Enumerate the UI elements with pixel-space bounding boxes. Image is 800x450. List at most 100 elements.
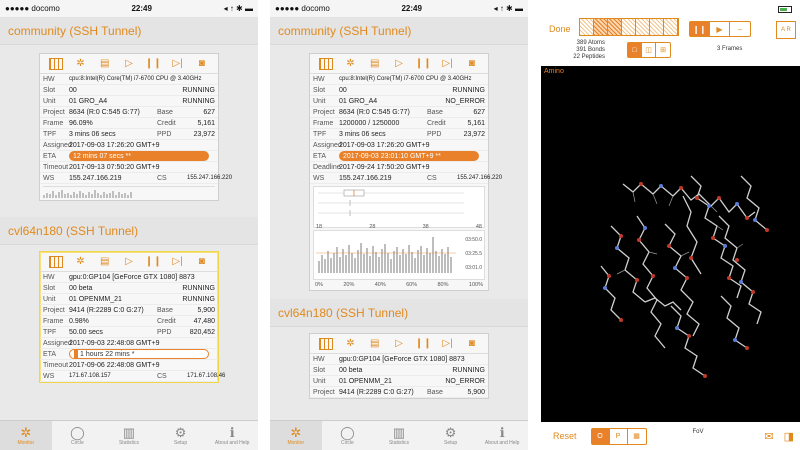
atoms-count: 389 Atoms [576, 40, 605, 46]
reset-button[interactable]: Reset [553, 431, 577, 441]
finish-icon[interactable]: ▷| [440, 57, 456, 71]
play-icon[interactable]: ▷ [121, 57, 137, 71]
log-icon[interactable]: ▤ [97, 57, 113, 71]
slot-card-community-expanded[interactable]: ✲ ▤ ▷ ❙❙ ▷| ◙ HW cpu:8:Intel(R) Core(TM) … [309, 53, 503, 291]
camera-icon[interactable]: ◙ [464, 337, 480, 351]
tab-monitor[interactable]: ✲ Monitor [270, 421, 322, 450]
fov-grid-icon[interactable]: ▦ [628, 429, 646, 444]
mail-icon[interactable]: ✉ [764, 430, 773, 443]
pause-icon[interactable]: ❙❙ [415, 57, 432, 71]
tab-about[interactable]: ℹ About and Help [206, 421, 258, 450]
done-button[interactable]: Done [549, 24, 571, 34]
molecule-icon[interactable]: ✲ [342, 57, 358, 71]
slot-card-cvl64n180[interactable]: ✲ ▤ ▷ ❙❙ ▷| ◙ HW gpu:0:GP104 [GeForce GTX… [309, 333, 489, 399]
frame-thumb[interactable] [580, 19, 594, 35]
pause-button[interactable]: ❙❙ [690, 22, 710, 36]
play-icon[interactable]: ▷ [391, 337, 407, 351]
play-icon[interactable]: ▷ [121, 255, 137, 269]
video-camera-icon[interactable]: ◨ [784, 430, 794, 443]
molecule-icon[interactable]: ✲ [72, 255, 88, 269]
frame-thumb-selected[interactable] [594, 19, 608, 35]
card-toolbar: ✲ ▤ ▷ ❙❙ ▷| ◙ [40, 252, 218, 272]
row-ws: WS 171.67.108.157 CS 171.67.108.46 [40, 371, 225, 382]
label: Assigned [43, 141, 72, 149]
tab-circle[interactable]: ◯ Circle [52, 421, 104, 450]
play-button[interactable]: ▶ [710, 22, 730, 36]
pause-icon[interactable]: ❙❙ [145, 255, 162, 269]
histogram: 03:50.0 03:25.5 03:01.0 [313, 230, 485, 280]
finish-icon[interactable]: ▷| [170, 57, 186, 71]
log-icon[interactable]: ▤ [97, 255, 113, 269]
row-hw: HW cpu:8:Intel(R) Core(TM) i7-6700 CPU @ … [40, 74, 218, 85]
slot-card-community[interactable]: ✲ ▤ ▷ ❙❙ ▷| ◙ HW cpu:8:Intel(R) Core(TM) … [39, 53, 232, 201]
camera-icon[interactable]: ◙ [194, 57, 210, 71]
orthographic-button[interactable]: O [591, 428, 610, 444]
section-header-cvl64n180[interactable]: cvl64n180 (SSH Tunnel) [270, 299, 528, 327]
label: Assigned [43, 339, 72, 347]
finish-icon[interactable]: ▷| [440, 337, 456, 351]
tab-circle[interactable]: ◯ Circle [322, 421, 374, 450]
eta-progress[interactable]: 1 hours 22 mins * [69, 349, 209, 359]
frame-thumb[interactable] [636, 19, 650, 35]
slot-card-cvl64n180[interactable]: ✲ ▤ ▷ ❙❙ ▷| ◙ HW gpu:0:GP104 [GeForce GTX… [39, 251, 225, 383]
grid-icon[interactable] [48, 57, 64, 71]
eta-progress[interactable]: 2017-09-03 23:01:10 GMT+9 ** [339, 151, 479, 161]
tab-setup[interactable]: ⚙ Setup [425, 421, 477, 450]
section-header-cvl64n180[interactable]: cvl64n180 (SSH Tunnel) [0, 217, 258, 245]
log-icon[interactable]: ▤ [367, 337, 383, 351]
view-grid-icon[interactable]: ⊞ [656, 43, 670, 57]
section-header-community[interactable]: community (SSH Tunnel) [0, 17, 258, 45]
tab-label: Setup [444, 439, 458, 446]
label: TPF [313, 130, 327, 138]
grid-icon[interactable] [318, 337, 334, 351]
tick: 03:25.5 [465, 251, 482, 257]
play-icon[interactable]: ▷ [391, 57, 407, 71]
frame-thumb-selected[interactable] [608, 19, 622, 35]
perspective-button[interactable]: P [610, 428, 628, 444]
molecule-stats: 389 Atoms 391 Bonds 22 Peptides [563, 40, 605, 61]
ar-button[interactable]: A R [776, 21, 796, 39]
status-bar: ●●●●● docomo 22:49 ◂ ↑ ✱ ▬ [0, 0, 258, 17]
value: gpu:0:GP104 [GeForce GTX 1080] 8873 [339, 355, 465, 363]
sparkline [43, 186, 215, 198]
tab-setup[interactable]: ⚙ Setup [155, 421, 207, 450]
row-slot: Slot 00 beta RUNNING [40, 283, 218, 294]
view-split-icon[interactable]: ◫ [642, 43, 656, 57]
log-icon[interactable]: ▤ [367, 57, 383, 71]
tab-monitor[interactable]: ✲ Monitor [0, 421, 52, 450]
pause-icon[interactable]: ❙❙ [415, 337, 432, 351]
camera-icon[interactable]: ◙ [194, 255, 210, 269]
histogram-svg [316, 237, 456, 273]
tab-statistics[interactable]: ▥ Statistics [373, 421, 425, 450]
view-single-icon[interactable]: □ [628, 43, 642, 57]
molecule-icon[interactable]: ✲ [342, 337, 358, 351]
phone-screen-monitor-2: ●●●●● docomo 22:49 ◂ ↑ ✱ ▬ community (SS… [270, 0, 528, 450]
frame-thumb[interactable] [664, 19, 678, 35]
box-plot-svg [318, 189, 464, 216]
value: 01 GRO_A4 [339, 97, 378, 105]
camera-icon[interactable]: ◙ [464, 57, 480, 71]
finish-icon[interactable]: ▷| [170, 255, 186, 269]
label: TPF [43, 328, 57, 336]
label: Frame [43, 317, 64, 325]
frame-thumb[interactable] [622, 19, 636, 35]
frame-thumb[interactable] [650, 19, 664, 35]
eta-progress[interactable]: 12 mins 07 secs ** [69, 151, 209, 161]
tab-label: Circle [341, 439, 354, 446]
grid-icon[interactable] [318, 57, 334, 71]
grid-icon[interactable] [48, 255, 64, 269]
molecule-viewport[interactable]: Amino [541, 66, 800, 422]
tab-label: Statistics [388, 439, 409, 446]
tab-about[interactable]: ℹ About and Help [476, 421, 528, 450]
tab-statistics[interactable]: ▥ Statistics [103, 421, 155, 450]
tab-label: Monitor [287, 439, 305, 446]
section-header-community[interactable]: community (SSH Tunnel) [270, 17, 528, 45]
frame-thumbnails[interactable] [579, 18, 679, 36]
molecule-icon[interactable]: ✲ [72, 57, 88, 71]
tick: 0% [315, 282, 323, 288]
minus-button[interactable]: – [730, 22, 750, 36]
value: 155.247.166.220 [457, 175, 503, 181]
value: 820,452 [189, 328, 215, 336]
pause-icon[interactable]: ❙❙ [145, 57, 162, 71]
statistics-icon: ▥ [122, 424, 136, 440]
